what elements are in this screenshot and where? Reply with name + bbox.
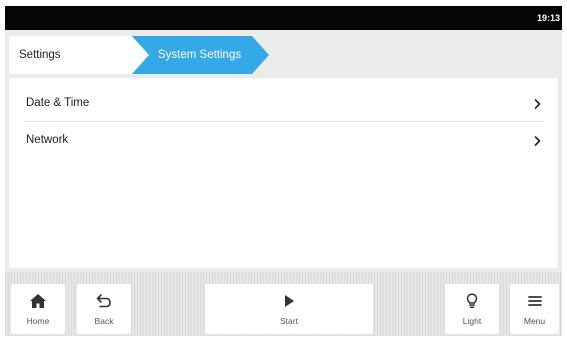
light-button-label: Light	[462, 316, 482, 326]
back-button-label: Back	[94, 316, 114, 326]
hamburger-menu-icon	[526, 293, 544, 309]
breadcrumb-item-system-settings[interactable]: System Settings	[132, 36, 269, 74]
lightbulb-icon	[463, 293, 481, 309]
list-item-label: Network	[26, 134, 69, 146]
chevron-right-icon	[532, 122, 544, 159]
settings-list: Date & Time Network	[9, 78, 558, 268]
home-icon	[29, 293, 47, 309]
play-icon	[280, 293, 298, 309]
light-button[interactable]: Light	[445, 284, 499, 334]
home-button[interactable]: Home	[11, 284, 65, 334]
list-item-label: Date & Time	[26, 97, 90, 109]
back-arrow-icon	[95, 293, 113, 309]
breadcrumb-item-settings[interactable]: Settings	[9, 36, 149, 74]
start-button[interactable]: Start	[205, 284, 373, 334]
back-button[interactable]: Back	[77, 284, 131, 334]
start-button-label: Start	[280, 316, 298, 326]
device-screen: 19:13 Settings System Settings Date & Ti…	[5, 6, 562, 336]
menu-button-label: Menu	[523, 316, 546, 326]
list-item-date-time[interactable]: Date & Time	[9, 85, 558, 122]
bottom-navigation-bar: Home Back Start Light Menu	[5, 272, 562, 336]
chevron-right-icon	[532, 85, 544, 122]
breadcrumb: Settings System Settings	[5, 36, 562, 74]
menu-button[interactable]: Menu	[510, 284, 559, 334]
home-button-label: Home	[26, 316, 50, 326]
list-item-network[interactable]: Network	[9, 122, 558, 159]
status-bar: 19:13	[5, 6, 562, 30]
status-clock: 19:13	[536, 13, 560, 23]
